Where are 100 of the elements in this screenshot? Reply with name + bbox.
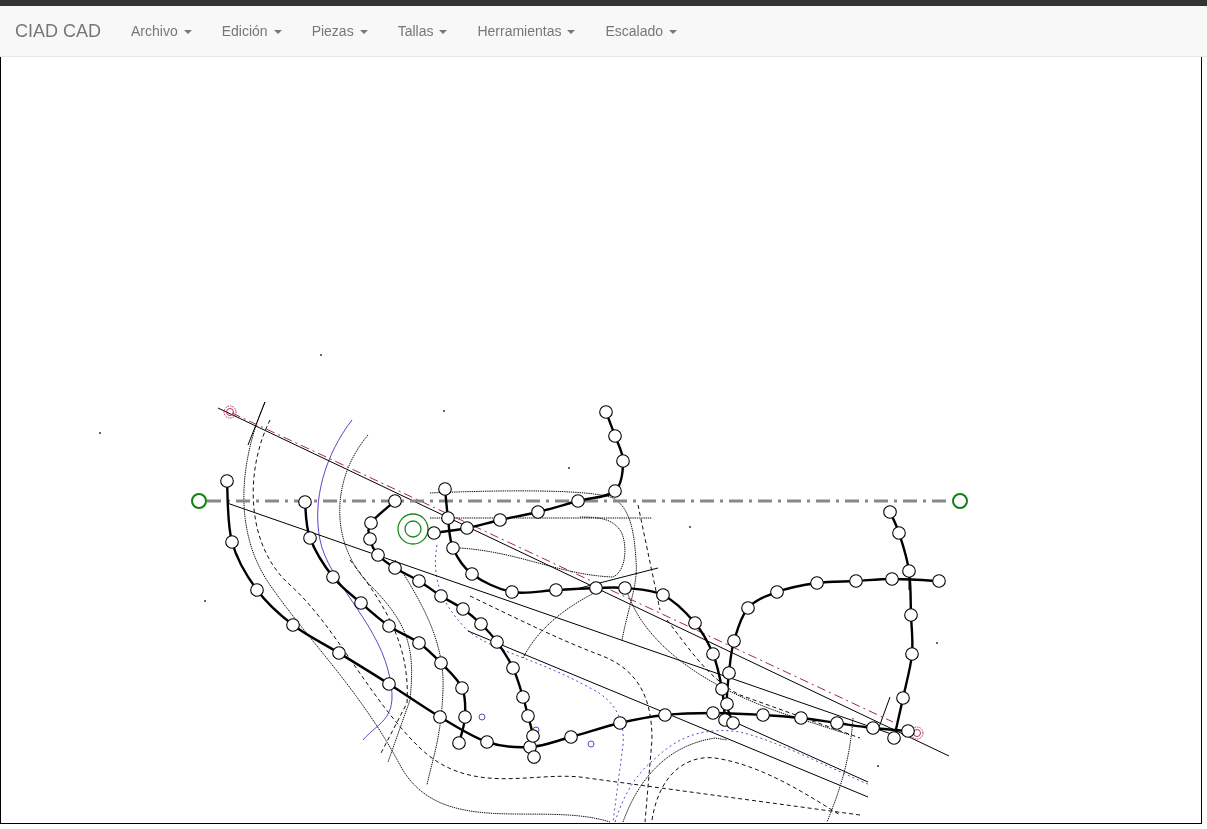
control-point[interactable] xyxy=(434,656,448,670)
control-point[interactable] xyxy=(887,731,901,745)
control-point[interactable] xyxy=(715,682,729,696)
control-point[interactable] xyxy=(441,511,455,525)
control-point[interactable] xyxy=(618,581,632,595)
control-point[interactable] xyxy=(250,583,264,597)
control-point[interactable] xyxy=(571,494,585,508)
control-point[interactable] xyxy=(364,516,378,530)
control-point[interactable] xyxy=(412,574,426,588)
control-point[interactable] xyxy=(438,482,452,496)
control-point[interactable] xyxy=(225,535,239,549)
control-point[interactable] xyxy=(371,548,385,562)
control-point[interactable] xyxy=(932,574,946,588)
control-point[interactable] xyxy=(706,647,720,661)
control-point[interactable] xyxy=(883,505,897,519)
control-point[interactable] xyxy=(770,585,784,599)
control-point[interactable] xyxy=(388,561,402,575)
control-point[interactable] xyxy=(616,454,630,468)
control-point[interactable] xyxy=(564,730,578,744)
menu-dropdown[interactable]: Tallas xyxy=(382,6,463,56)
point-mark xyxy=(936,642,938,644)
control-point[interactable] xyxy=(303,531,317,545)
control-point[interactable] xyxy=(810,576,824,590)
control-point[interactable] xyxy=(656,588,670,602)
control-point[interactable] xyxy=(866,721,880,735)
control-point[interactable] xyxy=(521,709,535,723)
control-point[interactable] xyxy=(688,616,702,630)
control-point[interactable] xyxy=(455,681,469,695)
control-point[interactable] xyxy=(458,710,472,724)
control-point[interactable] xyxy=(896,691,910,705)
menu-dropdown[interactable]: Edición xyxy=(206,6,297,56)
control-point[interactable] xyxy=(427,526,441,540)
control-point[interactable] xyxy=(326,570,340,584)
caret-icon xyxy=(359,29,368,34)
control-point[interactable] xyxy=(531,505,545,519)
control-point[interactable] xyxy=(286,618,300,632)
control-point[interactable] xyxy=(516,690,530,704)
control-point[interactable] xyxy=(493,513,507,527)
small-ring-icon xyxy=(532,726,540,734)
control-point[interactable] xyxy=(480,735,494,749)
control-point[interactable] xyxy=(505,585,519,599)
menu-dropdown[interactable]: Escalado xyxy=(590,6,693,56)
double-ring-icon xyxy=(397,513,429,545)
control-point[interactable] xyxy=(599,405,613,419)
control-point[interactable] xyxy=(526,729,540,743)
control-point[interactable] xyxy=(608,429,622,443)
control-point[interactable] xyxy=(433,710,447,724)
control-point[interactable] xyxy=(892,526,906,540)
control-point[interactable] xyxy=(722,666,736,680)
control-point[interactable] xyxy=(474,617,488,631)
control-point[interactable] xyxy=(446,541,460,555)
control-point[interactable] xyxy=(382,619,396,633)
control-point[interactable] xyxy=(720,697,734,711)
point-mark xyxy=(99,432,101,434)
control-point[interactable] xyxy=(382,677,396,691)
control-point[interactable] xyxy=(549,583,563,597)
caret-icon xyxy=(439,29,448,34)
control-point[interactable] xyxy=(613,716,627,730)
control-point[interactable] xyxy=(726,716,740,730)
control-point[interactable] xyxy=(756,708,770,722)
control-point[interactable] xyxy=(452,736,466,750)
control-point[interactable] xyxy=(434,589,448,603)
menu-dropdown[interactable]: Piezas xyxy=(296,6,383,56)
point-mark xyxy=(877,765,879,767)
axis-end-handle[interactable] xyxy=(952,493,968,509)
control-point[interactable] xyxy=(794,711,808,725)
control-point[interactable] xyxy=(706,706,720,720)
control-point[interactable] xyxy=(830,716,844,730)
control-point[interactable] xyxy=(608,484,622,498)
point-mark xyxy=(320,354,322,356)
axis-end-handle[interactable] xyxy=(191,493,207,509)
control-point[interactable] xyxy=(885,572,899,586)
menu-dropdown[interactable]: Herramientas xyxy=(462,6,591,56)
menu-dropdown[interactable]: Archivo xyxy=(116,6,207,56)
ring-marker-icon xyxy=(223,405,237,419)
control-point[interactable] xyxy=(901,724,915,738)
control-point[interactable] xyxy=(388,494,402,508)
control-point[interactable] xyxy=(363,532,377,546)
control-point[interactable] xyxy=(905,647,919,661)
control-point[interactable] xyxy=(460,521,474,535)
control-point[interactable] xyxy=(465,567,479,581)
control-point[interactable] xyxy=(412,636,426,650)
caret-icon xyxy=(669,29,678,34)
control-point[interactable] xyxy=(220,474,234,488)
control-point[interactable] xyxy=(741,601,755,615)
control-point[interactable] xyxy=(904,608,918,622)
small-ring-icon xyxy=(587,740,595,748)
control-point[interactable] xyxy=(298,495,312,509)
control-point[interactable] xyxy=(902,564,916,578)
control-point[interactable] xyxy=(332,646,346,660)
control-point[interactable] xyxy=(456,602,470,616)
brand-link[interactable]: CIAD CAD xyxy=(0,21,116,41)
control-point[interactable] xyxy=(589,581,603,595)
control-point[interactable] xyxy=(490,635,504,649)
control-point[interactable] xyxy=(527,750,541,764)
control-point[interactable] xyxy=(727,634,741,648)
control-point[interactable] xyxy=(658,708,672,722)
control-point[interactable] xyxy=(849,574,863,588)
control-point[interactable] xyxy=(506,661,520,675)
control-point[interactable] xyxy=(354,596,368,610)
